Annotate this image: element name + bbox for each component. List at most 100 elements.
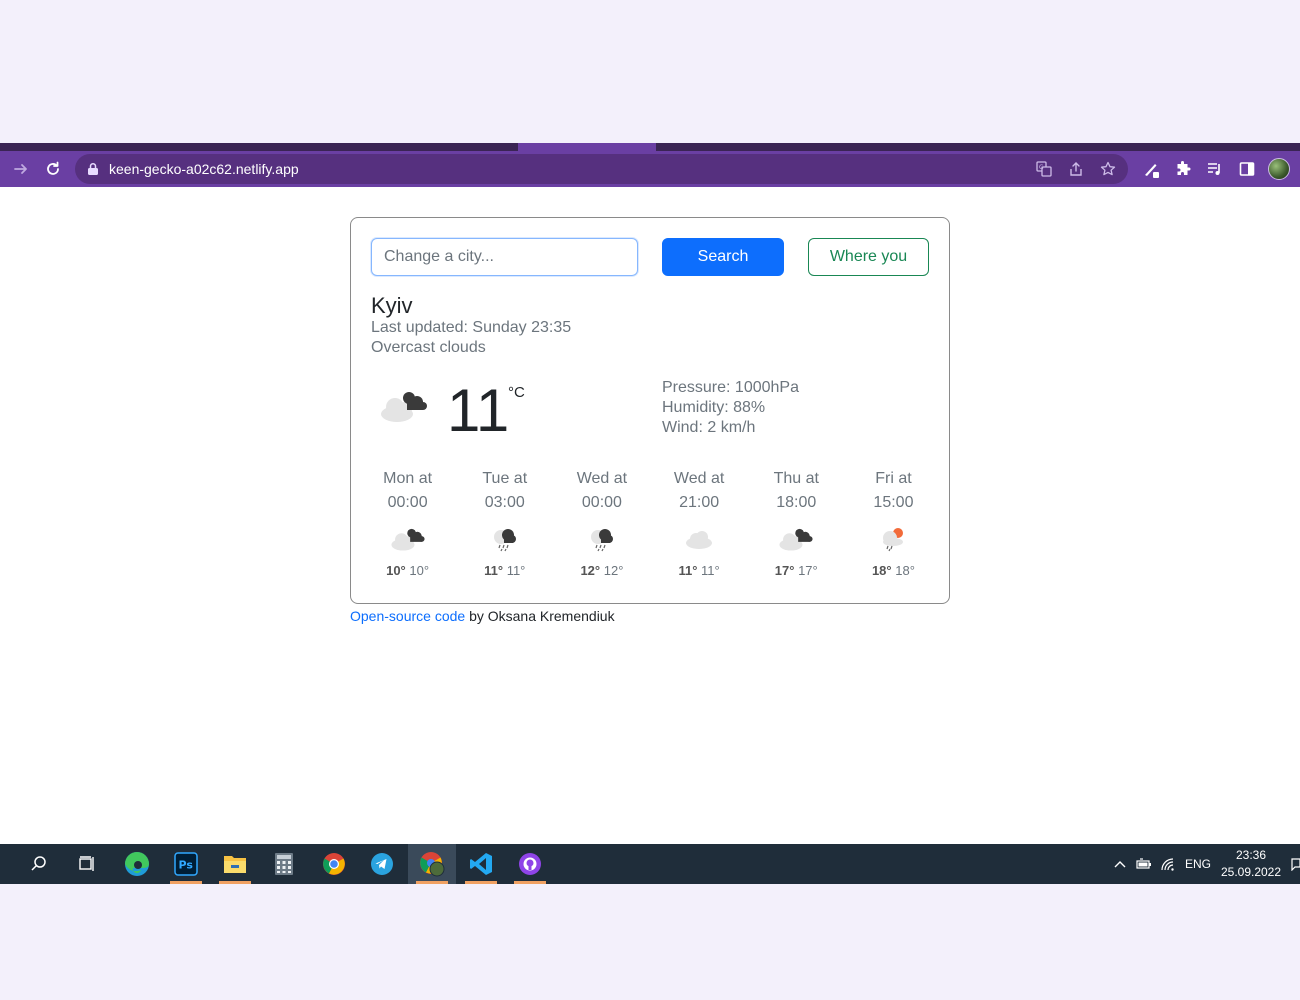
share-button[interactable]: [1062, 155, 1090, 183]
forecast-day: Thu at 18:00 17° 17°: [748, 467, 845, 578]
forecast-min-temp: 11°: [506, 563, 526, 578]
github-desktop-icon: [519, 853, 541, 875]
taskbar-chrome-profile[interactable]: [408, 844, 456, 884]
forecast-time: 21:00: [679, 494, 720, 511]
rain-cloud-icon: [456, 519, 553, 559]
forecast-day-name: Thu at: [773, 470, 819, 487]
notifications-button[interactable]: [1286, 844, 1300, 884]
weather-description: Overcast clouds: [371, 339, 486, 356]
forecast-day: Wed at 21:00 11° 11°: [651, 467, 748, 578]
svg-text:G: G: [1039, 164, 1044, 171]
forward-button[interactable]: [6, 154, 36, 184]
address-bar[interactable]: keen-gecko-a02c62.netlify.app G: [75, 154, 1128, 184]
taskbar-search-button[interactable]: [15, 844, 63, 884]
footer-credit: Open-source code by Oksana Kremendiuk: [350, 608, 615, 624]
rain-cloud-icon: [553, 519, 650, 559]
forecast-day: Fri at 15:00 18° 18°: [845, 467, 942, 578]
task-view-button[interactable]: [63, 844, 111, 884]
page-viewport: Search Where you Kyiv Last updated: Sund…: [0, 187, 1300, 844]
current-location-button[interactable]: Where you: [808, 238, 929, 276]
forecast-temps: 10° 10°: [359, 563, 456, 578]
reload-button[interactable]: [38, 154, 68, 184]
taskbar-chrome[interactable]: [310, 844, 358, 884]
arrow-right-icon: [14, 164, 27, 174]
taskbar-vscode[interactable]: [457, 844, 505, 884]
forecast-day: Tue at 03:00 11° 11°: [456, 467, 553, 578]
taskbar-calculator[interactable]: [260, 844, 308, 884]
clock-time: 23:36: [1235, 848, 1267, 862]
active-tab[interactable]: [518, 143, 656, 151]
vscode-icon: [470, 853, 492, 875]
extension-pen-button[interactable]: [1136, 154, 1166, 184]
weather-details: Pressure: 1000hPa Humidity: 88% Wind: 2 …: [662, 378, 799, 438]
forecast-day-name: Tue at: [482, 470, 528, 487]
forecast-label: Mon at 00:00: [359, 467, 456, 515]
bookmark-button[interactable]: [1094, 155, 1122, 183]
last-updated: Last updated: Sunday 23:35: [371, 319, 572, 336]
windows-taskbar: Ps ENG 23:36 25.09.2022: [0, 844, 1300, 884]
notification-icon: [1291, 858, 1300, 871]
forecast-label: Thu at 18:00: [748, 467, 845, 515]
clock-date: 25.09.2022: [1220, 865, 1282, 879]
forecast-time: 18:00: [776, 494, 817, 511]
translate-button[interactable]: G: [1030, 155, 1058, 183]
forecast-max-temp: 12°: [580, 563, 601, 578]
broken-clouds-icon: [359, 519, 456, 559]
battery-icon: [1136, 858, 1151, 869]
taskbar-photoshop[interactable]: Ps: [162, 844, 210, 884]
media-control-button[interactable]: [1200, 154, 1230, 184]
current-temperature: 11: [447, 377, 510, 444]
forecast-day-name: Wed at: [673, 470, 725, 487]
profile-button[interactable]: [1264, 154, 1294, 184]
forecast-label: Fri at 15:00: [845, 467, 942, 515]
forecast-day-name: Fri at: [875, 470, 912, 487]
pressure-value: Pressure: 1000hPa: [662, 379, 799, 396]
svg-text:Ps: Ps: [179, 859, 194, 872]
url-text[interactable]: keen-gecko-a02c62.netlify.app: [109, 161, 299, 177]
wifi-icon: [1161, 858, 1174, 871]
puzzle-icon: [1177, 161, 1191, 175]
taskbar-github-desktop[interactable]: [506, 844, 554, 884]
taskbar-edge[interactable]: [113, 844, 161, 884]
side-panel-icon: [1239, 162, 1255, 176]
photoshop-icon: Ps: [174, 852, 198, 876]
network-button[interactable]: [1156, 844, 1180, 884]
forecast-time: 03:00: [484, 494, 525, 511]
city-search-input[interactable]: [371, 238, 638, 276]
side-panel-button[interactable]: [1232, 154, 1262, 184]
source-code-link[interactable]: Open-source code: [350, 608, 465, 624]
weather-card: Search Where you Kyiv Last updated: Sund…: [350, 217, 950, 604]
file-explorer-icon: [224, 856, 246, 873]
broken-clouds-icon: [748, 519, 845, 559]
forecast-temps: 11° 11°: [456, 563, 553, 578]
battery-button[interactable]: [1132, 844, 1156, 884]
pen-icon: [1145, 164, 1159, 178]
forecast-row: Mon at 00:00 10° 10° Tue at 03:00 11° 11° Wed …: [359, 467, 942, 578]
forecast-min-temp: 11°: [701, 563, 720, 578]
forecast-label: Wed at 21:00: [651, 467, 748, 515]
input-language[interactable]: ENG: [1180, 857, 1216, 871]
forecast-max-temp: 11°: [678, 563, 698, 578]
temperature-unit[interactable]: °C: [508, 384, 525, 401]
star-icon: [1100, 161, 1116, 176]
clock[interactable]: 23:36 25.09.2022: [1216, 847, 1286, 881]
lock-icon[interactable]: [87, 162, 99, 176]
search-button[interactable]: Search: [662, 238, 784, 276]
city-name: Kyiv: [371, 293, 413, 318]
forecast-max-temp: 18°: [871, 563, 892, 578]
extensions-button[interactable]: [1168, 154, 1198, 184]
forecast-min-temp: 10°: [409, 563, 430, 578]
taskbar-telegram[interactable]: [358, 844, 406, 884]
taskbar-file-explorer[interactable]: [211, 844, 259, 884]
forecast-day: Wed at 00:00 12° 12°: [553, 467, 650, 578]
forecast-temps: 17° 17°: [748, 563, 845, 578]
forecast-day: Mon at 00:00 10° 10°: [359, 467, 456, 578]
cloud-icon: [651, 519, 748, 559]
playlist-icon: [1208, 163, 1220, 175]
forecast-day-name: Wed at: [576, 470, 628, 487]
author-credit: by Oksana Kremendiuk: [465, 608, 615, 624]
show-hidden-icons-button[interactable]: [1108, 844, 1132, 884]
chrome-profile-icon: [420, 852, 445, 877]
forecast-max-temp: 11°: [484, 563, 504, 578]
telegram-icon: [371, 853, 393, 875]
